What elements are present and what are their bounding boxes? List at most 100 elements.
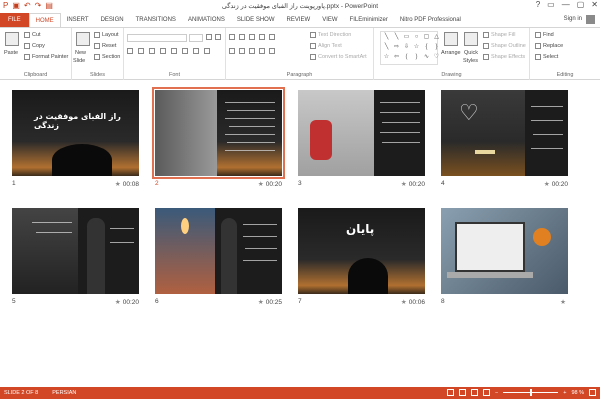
new-slide-icon[interactable] — [76, 32, 90, 46]
line-shape-icon[interactable]: ╲ — [382, 33, 391, 42]
decrease-indent-icon[interactable] — [249, 34, 255, 40]
text-direction-button[interactable]: Text Direction — [310, 32, 351, 38]
curve-shape-icon[interactable]: ∿ — [422, 53, 431, 62]
slide-indicator[interactable]: SLIDE 2 OF 8 — [4, 390, 38, 396]
slide-thumbnail-4[interactable]: ♡ — [441, 90, 568, 176]
close-icon[interactable]: ✕ — [591, 0, 598, 9]
tab-home[interactable]: HOME — [28, 13, 61, 27]
rect-shape-icon[interactable]: ▭ — [402, 33, 411, 42]
italic-icon[interactable] — [138, 48, 144, 54]
copy-button[interactable]: Copy — [24, 43, 45, 49]
find-button[interactable]: Find — [535, 32, 554, 38]
align-text-button[interactable]: Align Text — [310, 43, 342, 49]
convert-smartart-button[interactable]: Convert to SmartArt — [310, 54, 367, 60]
grow-font-button[interactable] — [206, 34, 212, 40]
tab-animations[interactable]: ANIMATIONS — [182, 13, 231, 27]
select-button[interactable]: Select — [535, 54, 558, 60]
tab-fileminimizer[interactable]: FILEminimizer — [344, 13, 394, 27]
shape-outline-button[interactable]: Shape Outline — [483, 43, 526, 49]
language-indicator[interactable]: PERSIAN — [52, 390, 76, 396]
new-slide-label-2[interactable]: Slide — [73, 58, 85, 64]
font-name-box[interactable] — [127, 34, 187, 42]
zoom-slider[interactable] — [503, 389, 559, 396]
justify-icon[interactable] — [259, 48, 265, 54]
arrow-shape-icon[interactable]: ⇩ — [402, 43, 411, 52]
tab-slide-show[interactable]: SLIDE SHOW — [231, 13, 281, 27]
section-button[interactable]: Section — [94, 54, 120, 60]
brace-shape-icon[interactable]: ) — [412, 53, 421, 62]
strikethrough-icon[interactable] — [160, 48, 166, 54]
underline-icon[interactable] — [149, 48, 155, 54]
slide-thumbnail-6[interactable] — [155, 208, 282, 294]
columns-icon[interactable] — [269, 48, 275, 54]
numbering-icon[interactable] — [239, 34, 245, 40]
heart-shape-icon[interactable]: ♡ — [432, 53, 441, 62]
line-spacing-icon[interactable] — [269, 34, 275, 40]
shape-effects-button[interactable]: Shape Effects — [483, 54, 525, 60]
star-shape-icon[interactable]: ☆ — [412, 43, 421, 52]
brace-shape-icon[interactable]: } — [432, 43, 441, 52]
format-painter-button[interactable]: Format Painter — [24, 54, 68, 60]
zoom-thumb[interactable] — [530, 389, 533, 396]
new-slide-label[interactable]: New — [75, 50, 86, 56]
zoom-in-icon[interactable]: + — [563, 390, 566, 396]
tab-review[interactable]: REVIEW — [281, 13, 317, 27]
shadow-icon[interactable] — [171, 48, 177, 54]
tab-transitions[interactable]: TRANSITIONS — [130, 13, 182, 27]
fit-slide-icon[interactable] — [589, 389, 596, 396]
tab-insert[interactable]: INSERT — [61, 13, 95, 27]
slide-thumbnail-7[interactable]: پایان — [298, 208, 425, 294]
align-right-icon[interactable] — [249, 48, 255, 54]
change-case-icon[interactable] — [193, 48, 199, 54]
slide-thumbnail-5[interactable] — [12, 208, 139, 294]
align-center-icon[interactable] — [239, 48, 245, 54]
tab-nitro-pdf[interactable]: Nitro PDF Professional — [394, 13, 467, 27]
oval-shape-icon[interactable]: ○ — [412, 33, 421, 42]
maximize-icon[interactable]: ▢ — [577, 0, 585, 9]
avatar[interactable] — [586, 15, 595, 24]
arrange-button[interactable]: Arrange — [441, 50, 461, 56]
align-left-icon[interactable] — [229, 48, 235, 54]
slideshow-view-icon[interactable] — [483, 389, 491, 396]
slide-thumbnail-1[interactable]: راز الفبای موفقیت در زندگی — [12, 90, 139, 176]
char-spacing-icon[interactable] — [182, 48, 188, 54]
brace-shape-icon[interactable]: { — [422, 43, 431, 52]
brace-shape-icon[interactable]: ( — [402, 53, 411, 62]
increase-indent-icon[interactable] — [259, 34, 265, 40]
slide-thumbnail-8[interactable] — [441, 208, 568, 294]
quick-styles-icon[interactable] — [464, 32, 478, 46]
line-shape-icon[interactable]: ╲ — [392, 33, 401, 42]
tab-design[interactable]: DESIGN — [95, 13, 130, 27]
ribbon-display-icon[interactable]: ▭ — [547, 0, 555, 9]
bullets-icon[interactable] — [229, 34, 235, 40]
rect-shape-icon[interactable]: ▢ — [422, 33, 431, 42]
triangle-shape-icon[interactable]: △ — [432, 33, 441, 42]
slide-thumbnail-3[interactable] — [298, 90, 425, 176]
paste-button[interactable]: Paste — [4, 50, 18, 56]
tab-file[interactable]: FILE — [0, 13, 29, 27]
replace-button[interactable]: Replace — [535, 43, 563, 49]
shrink-font-button[interactable] — [215, 34, 221, 40]
normal-view-icon[interactable] — [447, 389, 455, 396]
zoom-level[interactable]: 98 % — [571, 390, 584, 396]
shapes-gallery[interactable]: ╲ ╲ ▭ ○ ▢ △ ╲ ⇨ ⇩ ☆{} ☆ ⇦() ∿ ♡ — [380, 31, 441, 65]
paste-icon[interactable] — [5, 32, 19, 46]
sign-in-link[interactable]: Sign in — [564, 16, 582, 22]
reading-view-icon[interactable] — [471, 389, 479, 396]
shape-fill-button[interactable]: Shape Fill — [483, 32, 515, 38]
minimize-icon[interactable]: — — [562, 0, 570, 9]
layout-button[interactable]: Layout — [94, 32, 119, 38]
line-shape-icon[interactable]: ╲ — [382, 43, 391, 52]
star-shape-icon[interactable]: ☆ — [382, 53, 391, 62]
quick-styles-button-2[interactable]: Styles — [463, 58, 478, 64]
arrange-icon[interactable] — [444, 32, 458, 46]
arrow-shape-icon[interactable]: ⇨ — [392, 43, 401, 52]
cut-button[interactable]: Cut — [24, 32, 41, 38]
bold-icon[interactable] — [127, 48, 133, 54]
font-color-icon[interactable] — [204, 48, 210, 54]
zoom-out-icon[interactable]: − — [495, 390, 498, 396]
tab-view[interactable]: VIEW — [316, 13, 343, 27]
slide-sorter-view-icon[interactable] — [459, 389, 467, 396]
quick-styles-button[interactable]: Quick — [464, 50, 478, 56]
font-size-box[interactable] — [189, 34, 203, 42]
